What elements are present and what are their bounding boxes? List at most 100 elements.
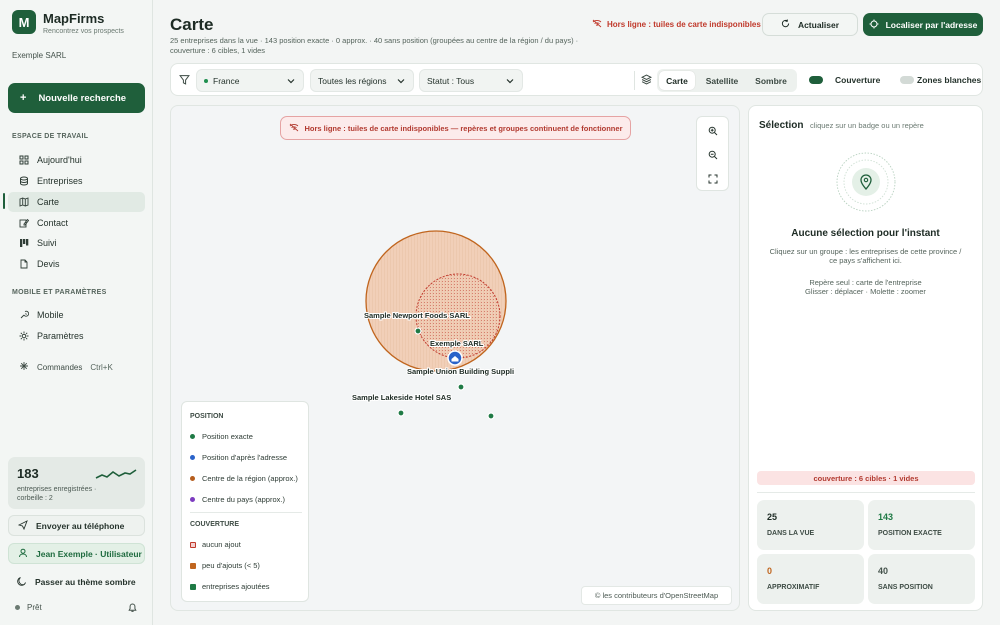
panel-divider <box>757 492 975 493</box>
map-marker[interactable] <box>487 412 495 420</box>
legend-item-label: peu d'ajouts (< 5) <box>202 561 260 570</box>
toolbar-divider <box>634 71 635 90</box>
chevron-down-icon <box>397 79 405 84</box>
mobile-section-title: MOBILE ET PARAMÈTRES <box>12 289 107 296</box>
sidebar-item-contact[interactable]: Contact <box>8 213 145 233</box>
sidebar-item-tracking[interactable]: Suivi <box>8 233 145 253</box>
chevron-down-icon <box>506 79 514 84</box>
chevron-down-icon <box>287 79 295 84</box>
sidebar-item-today[interactable]: Aujourd'hui <box>8 150 145 170</box>
locate-by-address-button[interactable]: Localiser par l'adresse <box>863 13 983 36</box>
send-to-phone-button[interactable]: Envoyer au téléphone <box>8 515 145 536</box>
offline-notice: Hors ligne : tuiles de carte indisponibl… <box>592 19 761 30</box>
status-select[interactable]: Statut : Tous <box>419 69 523 92</box>
legend-dot <box>190 434 195 439</box>
commands-button[interactable]: Commandes Ctrl+K <box>19 361 113 373</box>
wifi-off-icon <box>289 123 299 134</box>
white-zones-toggle[interactable] <box>900 76 914 84</box>
sidebar-item-label: Carte <box>37 197 60 207</box>
panel-hint: cliquez sur un badge ou un repère <box>810 121 924 130</box>
zoom-in-button[interactable] <box>697 119 728 143</box>
sidebar-item-label: Suivi <box>37 238 57 248</box>
zoom-out-icon <box>708 150 717 160</box>
sidebar-item-mobile[interactable]: Mobile <box>8 305 145 325</box>
sidebar-item-settings[interactable]: Paramètres <box>8 326 145 346</box>
legend-item-label: Centre de la région (approx.) <box>202 474 298 483</box>
stat-label: POSITION EXACTE <box>878 530 942 537</box>
map-marker[interactable] <box>457 383 465 391</box>
legend-item: peu d'ajouts (< 5) <box>190 561 260 570</box>
bell-icon[interactable] <box>127 602 138 613</box>
legend-item-label: Position d'après l'adresse <box>202 453 287 462</box>
layers-icon <box>641 74 652 85</box>
country-select[interactable]: France <box>196 69 304 92</box>
zoom-controls <box>696 116 729 191</box>
stat-value: 40 <box>878 566 889 576</box>
legend-divider <box>190 512 302 513</box>
legend-swatch <box>190 562 196 569</box>
region-select[interactable]: Toutes les régions <box>310 69 414 92</box>
coverage-toggle[interactable] <box>809 76 823 84</box>
country-value: France <box>213 75 240 86</box>
zoom-out-button[interactable] <box>697 143 728 167</box>
location-pin-icon <box>836 152 896 212</box>
sidebar: M MapFirms Rencontrez vos prospects Exem… <box>0 0 153 625</box>
home-marker[interactable] <box>447 350 463 366</box>
stat-tile-no-position: 40 SANS POSITION <box>868 554 975 604</box>
legend-position-title: POSITION <box>190 413 224 420</box>
sidebar-item-label: Contact <box>37 218 69 228</box>
user-label: Jean Exemple · Utilisateur <box>36 548 142 559</box>
sidebar-item-label: Entreprises <box>37 176 83 186</box>
legend-item: aucun ajout <box>190 540 241 549</box>
country-dot <box>204 78 208 83</box>
app-name: MapFirms <box>43 11 105 26</box>
legend-dot <box>190 455 195 460</box>
new-search-label: Nouvelle recherche <box>38 92 127 104</box>
legend-coverage-title: COUVERTURE <box>190 521 240 528</box>
status-dot <box>15 605 20 610</box>
user-button[interactable]: Jean Exemple · Utilisateur <box>8 543 145 564</box>
theme-toggle-button[interactable]: Passer au thème sombre <box>8 571 145 592</box>
map-style-satellite[interactable]: Satellite <box>697 71 747 90</box>
commands-shortcut: Ctrl+K <box>90 362 113 372</box>
saved-companies-count: 183 <box>17 466 39 481</box>
map-style-map[interactable]: Carte <box>659 71 695 90</box>
user-icon <box>18 548 28 560</box>
locate-label: Localiser par l'adresse <box>885 19 978 30</box>
legend-item: Position exacte <box>190 432 253 441</box>
fullscreen-icon <box>708 174 717 184</box>
new-search-button[interactable]: + Nouvelle recherche <box>8 83 145 113</box>
marker-label: Sample Newport Foods SARL <box>364 311 470 320</box>
legend-swatch <box>190 541 196 548</box>
map-marker[interactable] <box>414 327 422 335</box>
command-icon <box>19 361 29 373</box>
map-marker[interactable] <box>397 409 405 417</box>
app-logo[interactable]: M <box>12 10 36 34</box>
grid-icon <box>19 155 29 165</box>
page-subtitle: 25 entreprises dans la vue · 143 positio… <box>170 36 579 55</box>
marker-label: Sample Lakeside Hotel SAS <box>352 393 451 402</box>
sidebar-item-label: Mobile <box>37 310 64 320</box>
status-indicator: Prêt <box>15 603 42 612</box>
fit-bounds-button[interactable] <box>697 167 728 191</box>
map-canvas[interactable]: Sample Newport Foods SARL Exemple SARL S… <box>170 105 740 611</box>
sidebar-item-companies[interactable]: Entreprises <box>8 171 145 191</box>
sidebar-item-map[interactable]: Carte <box>8 192 145 212</box>
document-icon <box>19 259 29 269</box>
map-style-dark[interactable]: Sombre <box>749 71 793 90</box>
plus-icon: + <box>20 92 27 104</box>
theme-toggle-label: Passer au thème sombre <box>35 576 136 587</box>
refresh-button[interactable]: Actualiser <box>762 13 858 36</box>
stat-value: 143 <box>878 512 894 522</box>
map-style-switch: Carte Satellite Sombre <box>657 69 797 92</box>
map-icon <box>19 197 29 207</box>
stat-tile-approx: 0 APPROXIMATIF <box>757 554 864 604</box>
sidebar-item-quotes[interactable]: Devis <box>8 254 145 274</box>
map-attribution[interactable]: © les contributeurs d'OpenStreetMap <box>581 586 732 605</box>
white-zones-label: Zones blanches <box>917 75 982 85</box>
legend-item: Centre de la région (approx.) <box>190 474 298 483</box>
edit-icon <box>19 218 29 228</box>
refresh-icon <box>781 19 790 30</box>
legend-item: Position d'après l'adresse <box>190 453 287 462</box>
selection-panel: Sélection cliquez sur un badge ou un rep… <box>748 105 983 611</box>
